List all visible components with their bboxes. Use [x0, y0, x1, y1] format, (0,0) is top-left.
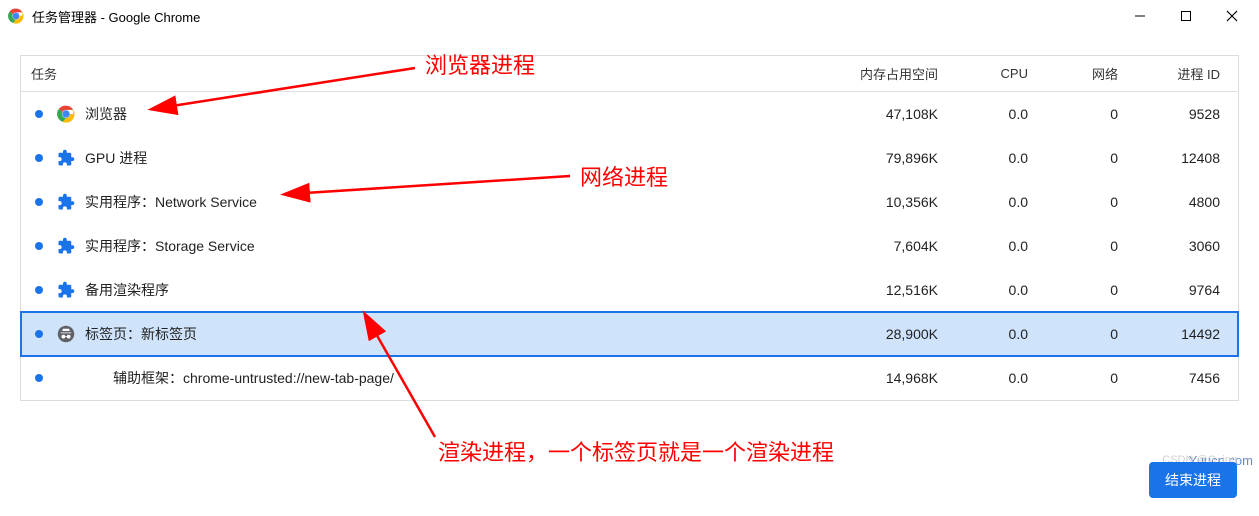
close-button[interactable] [1209, 0, 1255, 32]
task-cell: 实用程序：Network Service [21, 192, 798, 212]
ext-icon [57, 281, 75, 299]
ext-icon [57, 193, 75, 211]
cell-network: 0 [1038, 282, 1128, 298]
task-name: 实用程序：Storage Service [85, 236, 255, 256]
table-row[interactable]: 标签页：新标签页 28,900K0.0014492 [21, 312, 1238, 356]
ext-icon [57, 149, 75, 167]
cell-memory: 7,604K [798, 238, 948, 254]
table-row[interactable]: 实用程序：Network Service 10,356K0.004800 [21, 180, 1238, 224]
chrome-icon [57, 105, 75, 123]
window-titlebar: 任务管理器 - Google Chrome [0, 0, 1259, 32]
cell-network: 0 [1038, 194, 1128, 210]
end-process-button[interactable]: 结束进程 [1149, 462, 1237, 498]
cell-pid: 9764 [1128, 282, 1238, 298]
task-cell: 浏览器 [21, 104, 798, 124]
window-title: 任务管理器 - Google Chrome [32, 7, 200, 26]
task-name: GPU 进程 [85, 148, 147, 168]
col-memory[interactable]: 内存占用空间 [798, 64, 948, 83]
cell-network: 0 [1038, 106, 1128, 122]
task-name: 实用程序：Network Service [85, 192, 257, 212]
bullet-icon [35, 286, 43, 294]
col-pid[interactable]: 进程 ID [1128, 64, 1238, 83]
task-cell: 标签页：新标签页 [21, 324, 798, 344]
cell-network: 0 [1038, 150, 1128, 166]
cell-cpu: 0.0 [948, 370, 1038, 386]
cell-network: 0 [1038, 370, 1128, 386]
table-row[interactable]: 浏览器 47,108K0.009528 [21, 92, 1238, 136]
task-cell: GPU 进程 [21, 148, 798, 168]
bullet-icon [35, 110, 43, 118]
cell-pid: 9528 [1128, 106, 1238, 122]
bullet-icon [35, 198, 43, 206]
cell-memory: 10,356K [798, 194, 948, 210]
cell-cpu: 0.0 [948, 238, 1038, 254]
task-cell: 备用渲染程序 [21, 280, 798, 300]
ext-icon [57, 237, 75, 255]
cell-pid: 14492 [1128, 326, 1238, 342]
table-row[interactable]: 备用渲染程序 12,516K0.009764 [21, 268, 1238, 312]
task-rows: 浏览器47,108K0.009528GPU 进程79,896K0.0012408… [21, 92, 1238, 400]
cell-pid: 3060 [1128, 238, 1238, 254]
bullet-icon [35, 154, 43, 162]
cell-pid: 12408 [1128, 150, 1238, 166]
cell-cpu: 0.0 [948, 194, 1038, 210]
minimize-button[interactable] [1117, 0, 1163, 32]
table-row[interactable]: 实用程序：Storage Service 7,604K0.003060 [21, 224, 1238, 268]
cell-memory: 28,900K [798, 326, 948, 342]
bullet-icon [35, 242, 43, 250]
cell-cpu: 0.0 [948, 282, 1038, 298]
col-task[interactable]: 任务 [21, 64, 798, 83]
cell-pid: 7456 [1128, 370, 1238, 386]
task-name: 标签页：新标签页 [85, 324, 197, 344]
col-cpu[interactable]: CPU [948, 66, 1038, 81]
cell-network: 0 [1038, 326, 1128, 342]
col-network[interactable]: 网络 [1038, 64, 1128, 83]
task-manager-panel: 任务 内存占用空间 CPU 网络 进程 ID 浏览器47,108K0.00952… [20, 55, 1239, 401]
chrome-icon [8, 8, 24, 24]
table-row[interactable]: GPU 进程 79,896K0.0012408 [21, 136, 1238, 180]
annotation-render: 渲染进程，一个标签页就是一个渲染进程 [438, 435, 834, 467]
cell-cpu: 0.0 [948, 150, 1038, 166]
cell-memory: 14,968K [798, 370, 948, 386]
cell-pid: 4800 [1128, 194, 1238, 210]
none-icon [85, 369, 103, 387]
cell-memory: 12,516K [798, 282, 948, 298]
table-row[interactable]: 辅助框架：chrome-untrusted://new-tab-page/14,… [21, 356, 1238, 400]
task-name: 辅助框架：chrome-untrusted://new-tab-page/ [113, 368, 394, 388]
cell-memory: 47,108K [798, 106, 948, 122]
cell-network: 0 [1038, 238, 1128, 254]
incog-icon [57, 325, 75, 343]
column-headers[interactable]: 任务 内存占用空间 CPU 网络 进程 ID [21, 56, 1238, 92]
cell-cpu: 0.0 [948, 326, 1038, 342]
task-name: 备用渲染程序 [85, 280, 169, 300]
cell-memory: 79,896K [798, 150, 948, 166]
task-name: 浏览器 [85, 104, 127, 124]
bullet-icon [35, 330, 43, 338]
task-cell: 辅助框架：chrome-untrusted://new-tab-page/ [21, 368, 798, 388]
bullet-icon [35, 374, 43, 382]
task-cell: 实用程序：Storage Service [21, 236, 798, 256]
maximize-button[interactable] [1163, 0, 1209, 32]
cell-cpu: 0.0 [948, 106, 1038, 122]
